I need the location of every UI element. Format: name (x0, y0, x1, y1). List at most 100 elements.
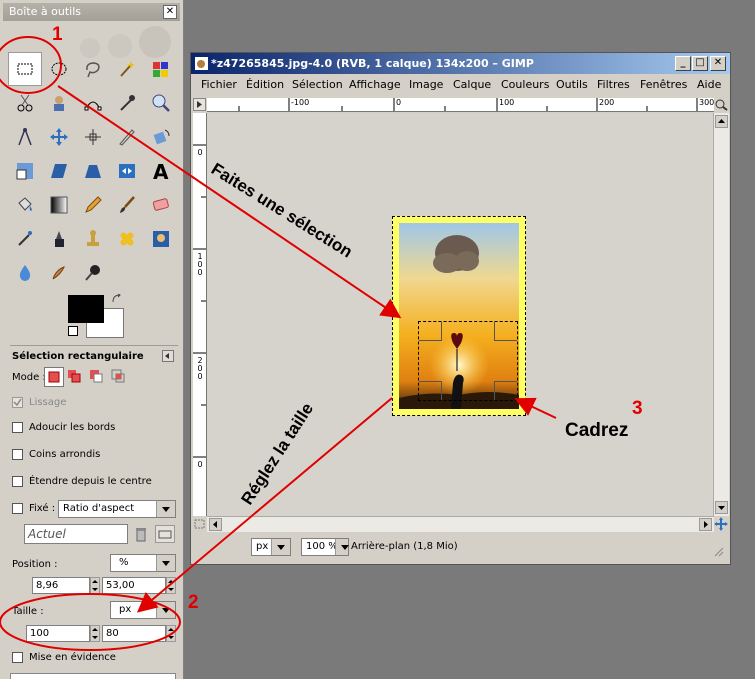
size-height-field[interactable]: 80 (102, 625, 166, 642)
zoom-select[interactable]: 100 % (301, 538, 349, 556)
shear-tool[interactable] (42, 154, 76, 188)
dodge-burn-tool[interactable] (76, 256, 110, 290)
menu-aide[interactable]: Aide (697, 78, 721, 91)
selection-handle-nw[interactable] (419, 322, 442, 341)
menu-affichage[interactable]: Affichage (349, 78, 401, 91)
gradient-tool[interactable] (42, 188, 76, 222)
menu-fichier[interactable]: Fichier (201, 78, 237, 91)
delete-icon[interactable] (133, 525, 149, 543)
navigate-icon[interactable] (713, 516, 729, 532)
ellipse-select-tool[interactable] (42, 52, 76, 86)
size-height-spinner[interactable] (166, 625, 176, 642)
highlight-checkbox[interactable] (12, 652, 23, 663)
selection-handle-se[interactable] (494, 381, 517, 400)
fixed-option[interactable]: Fixé : (12, 503, 55, 515)
menu-edition[interactable]: Édition (246, 78, 284, 91)
selection-handle-ne[interactable] (494, 322, 517, 341)
airbrush-tool[interactable] (8, 222, 42, 256)
perspective-tool[interactable] (76, 154, 110, 188)
horizontal-scrollbar[interactable] (207, 516, 714, 532)
rotate-tool[interactable] (144, 120, 178, 154)
foreground-select-tool[interactable] (42, 86, 76, 120)
measure-tool[interactable] (8, 120, 42, 154)
pencil-tool[interactable] (76, 188, 110, 222)
zoom-tool[interactable] (144, 86, 178, 120)
crop-tool[interactable] (110, 120, 144, 154)
paintbrush-tool[interactable] (110, 188, 144, 222)
default-colors-icon[interactable] (68, 326, 78, 336)
fuzzy-select-tool[interactable] (110, 52, 144, 86)
position-y-spinner[interactable] (166, 577, 176, 594)
perspective-clone-tool[interactable] (144, 222, 178, 256)
size-unit-select[interactable]: px (110, 601, 176, 619)
canvas-area[interactable] (207, 113, 714, 516)
menu-filtres[interactable]: Filtres (597, 78, 630, 91)
selection-handle-sw[interactable] (419, 381, 442, 400)
align-tool[interactable] (76, 120, 110, 154)
guides-select-partial[interactable] (10, 673, 176, 679)
flip-tool[interactable] (110, 154, 144, 188)
blur-tool[interactable] (8, 256, 42, 290)
aspect-toggle-button[interactable] (155, 525, 175, 543)
mode-intersect-button[interactable] (110, 368, 126, 387)
swap-colors-icon[interactable] (112, 293, 122, 304)
menu-fenetres[interactable]: Fenêtres (640, 78, 687, 91)
size-width-spinner[interactable] (90, 625, 100, 642)
aspect-current-field[interactable]: Actuel (24, 524, 128, 544)
position-x-spinner[interactable] (90, 577, 100, 594)
vertical-scrollbar[interactable] (713, 113, 729, 516)
expand-center-option[interactable]: Étendre depuis le centre (12, 476, 152, 488)
mode-subtract-button[interactable] (88, 368, 104, 387)
feather-option[interactable]: Adoucir les bords (12, 422, 115, 434)
quickmask-toggle[interactable] (193, 516, 207, 532)
smudge-tool[interactable] (42, 256, 76, 290)
scissors-select-tool[interactable] (8, 86, 42, 120)
position-unit-select[interactable]: % (110, 554, 176, 572)
ink-tool[interactable] (42, 222, 76, 256)
image-menu-button[interactable] (193, 98, 206, 111)
maximize-button[interactable]: □ (692, 56, 708, 71)
eraser-tool[interactable] (144, 188, 178, 222)
antialias-checkbox[interactable] (12, 397, 23, 408)
clone-tool[interactable] (76, 222, 110, 256)
color-picker-tool[interactable] (110, 86, 144, 120)
scroll-left-arrow[interactable] (209, 518, 222, 531)
zoom-fit-icon[interactable] (714, 98, 730, 111)
bucket-fill-tool[interactable] (8, 188, 42, 222)
mode-replace-button[interactable] (44, 367, 64, 387)
mode-add-button[interactable] (66, 368, 82, 387)
fixed-checkbox[interactable] (12, 503, 23, 514)
rect-select-tool[interactable] (8, 52, 42, 86)
resize-grip[interactable] (714, 547, 724, 557)
rounded-corners-checkbox[interactable] (12, 449, 23, 460)
move-tool[interactable] (42, 120, 76, 154)
menu-selection[interactable]: Sélection (292, 78, 343, 91)
expand-center-checkbox[interactable] (12, 476, 23, 487)
text-tool[interactable]: A (144, 154, 178, 188)
scroll-up-arrow[interactable] (715, 115, 728, 128)
menu-couleurs[interactable]: Couleurs (501, 78, 549, 91)
size-width-field[interactable]: 100 (26, 625, 90, 642)
close-icon[interactable]: ✕ (163, 5, 177, 19)
position-y-field[interactable]: 53,00 (102, 577, 166, 594)
feather-checkbox[interactable] (12, 422, 23, 433)
selection-rectangle[interactable] (418, 321, 518, 401)
options-menu-icon[interactable] (162, 350, 174, 362)
foreground-color-swatch[interactable] (68, 295, 104, 323)
scroll-down-arrow[interactable] (715, 501, 728, 514)
paths-tool[interactable] (76, 86, 110, 120)
fixed-mode-select[interactable]: Ratio d'aspect (58, 500, 176, 518)
rounded-corners-option[interactable]: Coins arrondis (12, 449, 100, 461)
lasso-tool[interactable] (76, 52, 110, 86)
unit-select[interactable]: px (251, 538, 291, 556)
position-x-field[interactable]: 8,96 (32, 577, 90, 594)
close-button[interactable]: ✕ (710, 56, 726, 71)
menu-outils[interactable]: Outils (556, 78, 588, 91)
scroll-right-arrow[interactable] (699, 518, 712, 531)
scale-tool[interactable] (8, 154, 42, 188)
menu-calque[interactable]: Calque (453, 78, 491, 91)
select-by-color-tool[interactable] (144, 52, 178, 86)
heal-tool[interactable] (110, 222, 144, 256)
minimize-button[interactable]: _ (675, 56, 691, 71)
menu-image[interactable]: Image (409, 78, 443, 91)
